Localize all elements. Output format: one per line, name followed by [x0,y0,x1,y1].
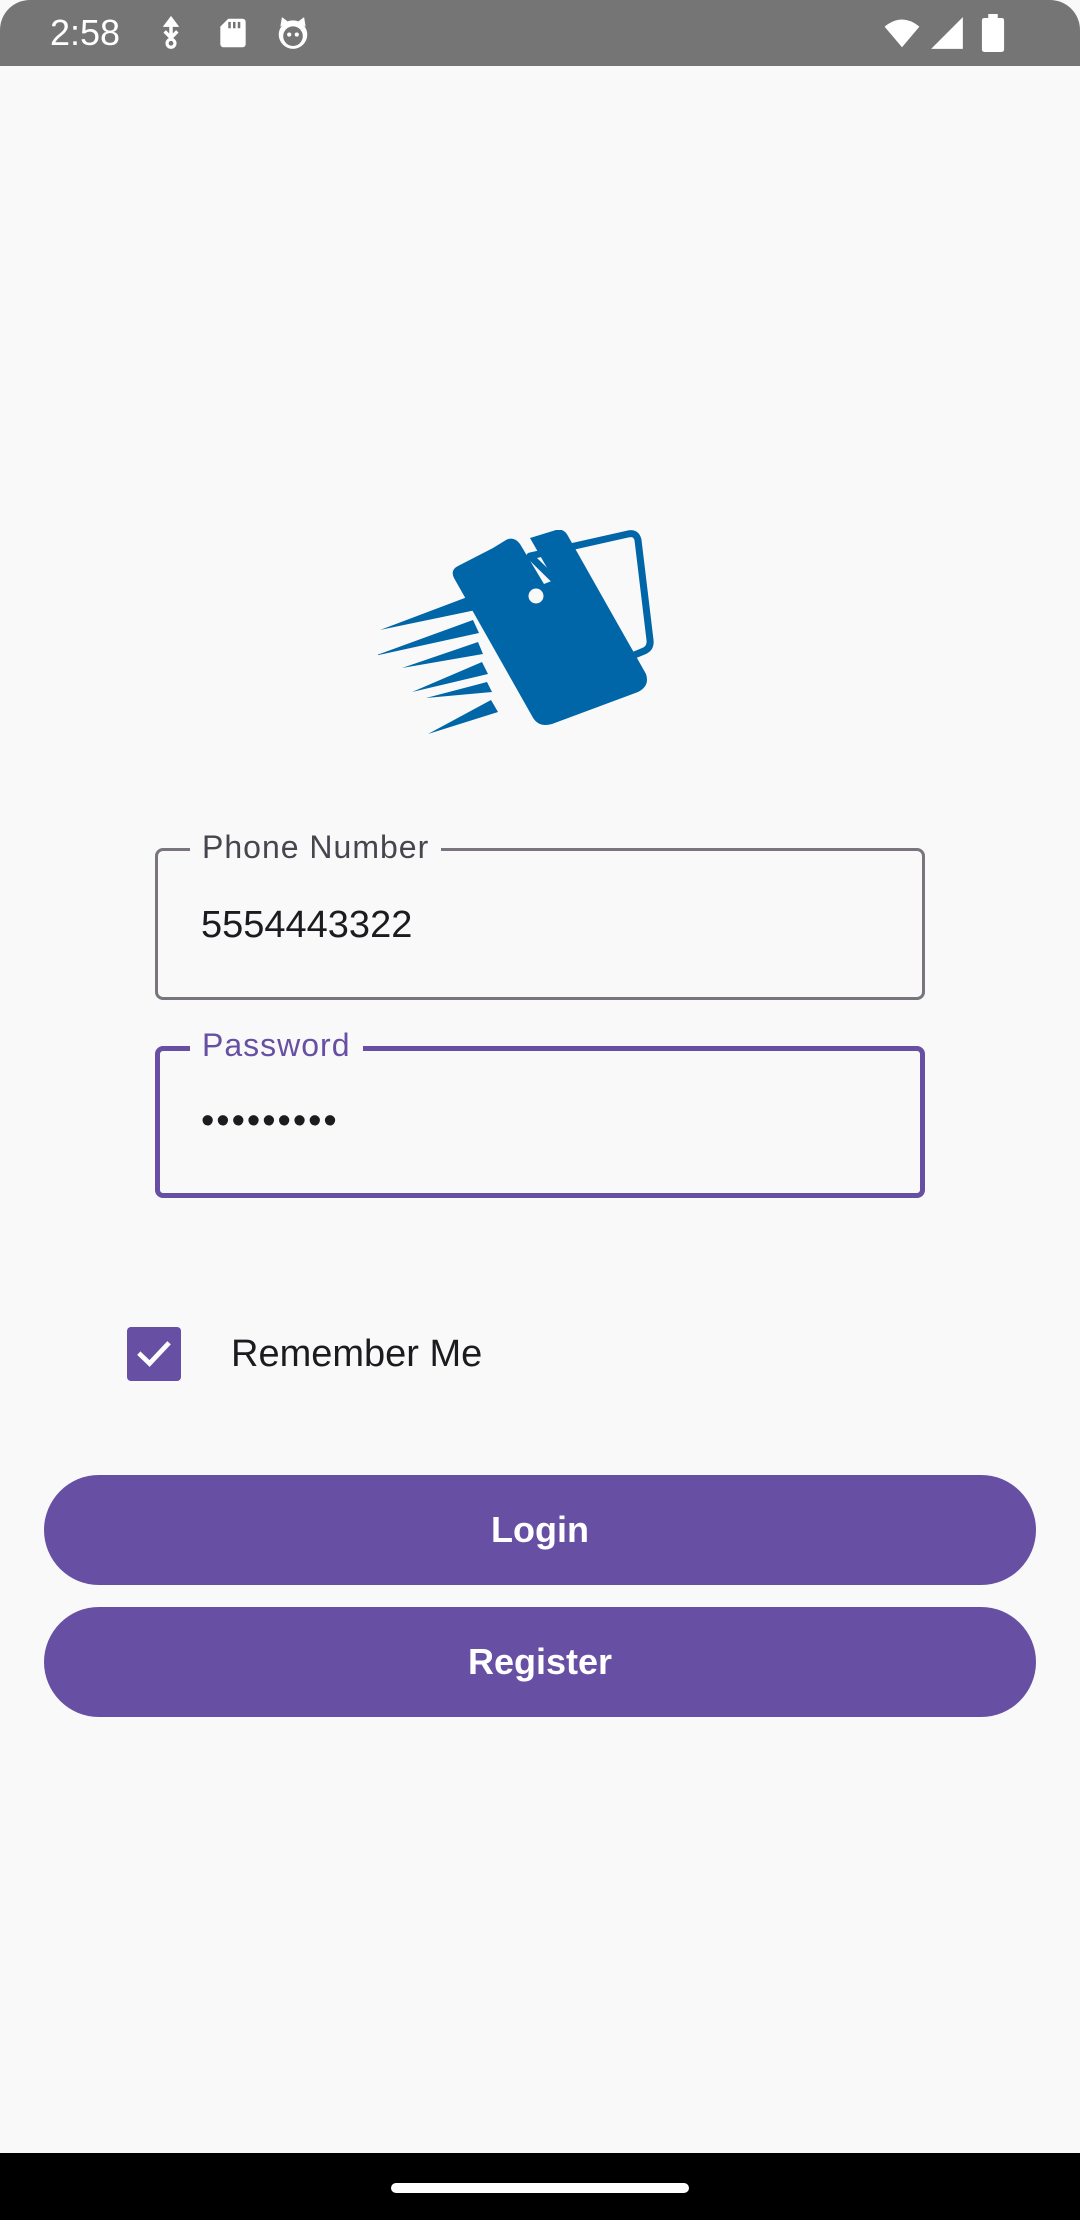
login-button[interactable]: Login [44,1475,1036,1585]
remember-me-checkbox[interactable] [127,1327,181,1381]
remember-me-label[interactable]: Remember Me [231,1330,482,1378]
phone-number-field[interactable]: Phone Number [155,827,925,1000]
register-button[interactable]: Register [44,1607,1036,1717]
navigation-bar [0,2153,1080,2220]
signal-icon [931,17,963,49]
password-input[interactable]: ••••••••• [201,1097,881,1145]
wifi-icon [884,19,920,48]
status-time: 2:58 [50,12,121,53]
usb-debug-icon [162,15,180,49]
checkmark-icon [137,1341,171,1367]
phone-number-label: Phone Number [190,827,442,867]
cat-notification-icon [278,17,308,49]
battery-icon [981,14,1005,52]
sd-card-icon [220,18,246,48]
login-screen: 2:58 Phone Number 5554443322 Password ••… [0,0,1080,2220]
wallet-fast-logo [378,530,654,734]
home-gesture-handle[interactable] [391,2183,689,2193]
password-field[interactable]: Password ••••••••• [155,1025,925,1198]
status-bar: 2:58 [0,0,1080,66]
password-label: Password [190,1025,363,1065]
phone-number-input[interactable] [201,901,881,949]
